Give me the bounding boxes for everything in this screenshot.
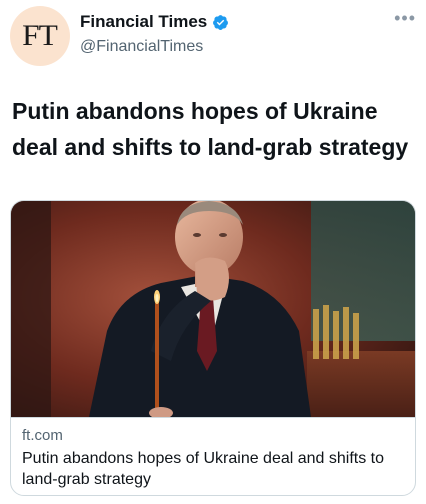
card-meta[interactable]: ft.com Putin abandons hopes of Ukraine d… (11, 417, 415, 495)
more-horizontal-icon[interactable]: ••• (394, 9, 416, 27)
verified-badge-icon (213, 14, 229, 30)
tweet[interactable]: FT Financial Times @FinancialTimes ••• P… (0, 0, 426, 504)
handle[interactable]: @FinancialTimes (80, 38, 203, 56)
card-domain: ft.com (22, 427, 63, 444)
avatar-logo-text: FT (22, 19, 59, 52)
name-row: Financial Times (80, 12, 229, 32)
tweet-text: Putin abandons hopes of Ukraine deal and… (12, 98, 409, 160)
link-card[interactable]: ft.com Putin abandons hopes of Ukraine d… (10, 200, 416, 496)
display-name[interactable]: Financial Times (80, 12, 207, 32)
card-title: Putin abandons hopes of Ukraine deal and… (22, 450, 385, 488)
card-image[interactable] (11, 201, 416, 417)
avatar[interactable]: FT (10, 6, 70, 66)
